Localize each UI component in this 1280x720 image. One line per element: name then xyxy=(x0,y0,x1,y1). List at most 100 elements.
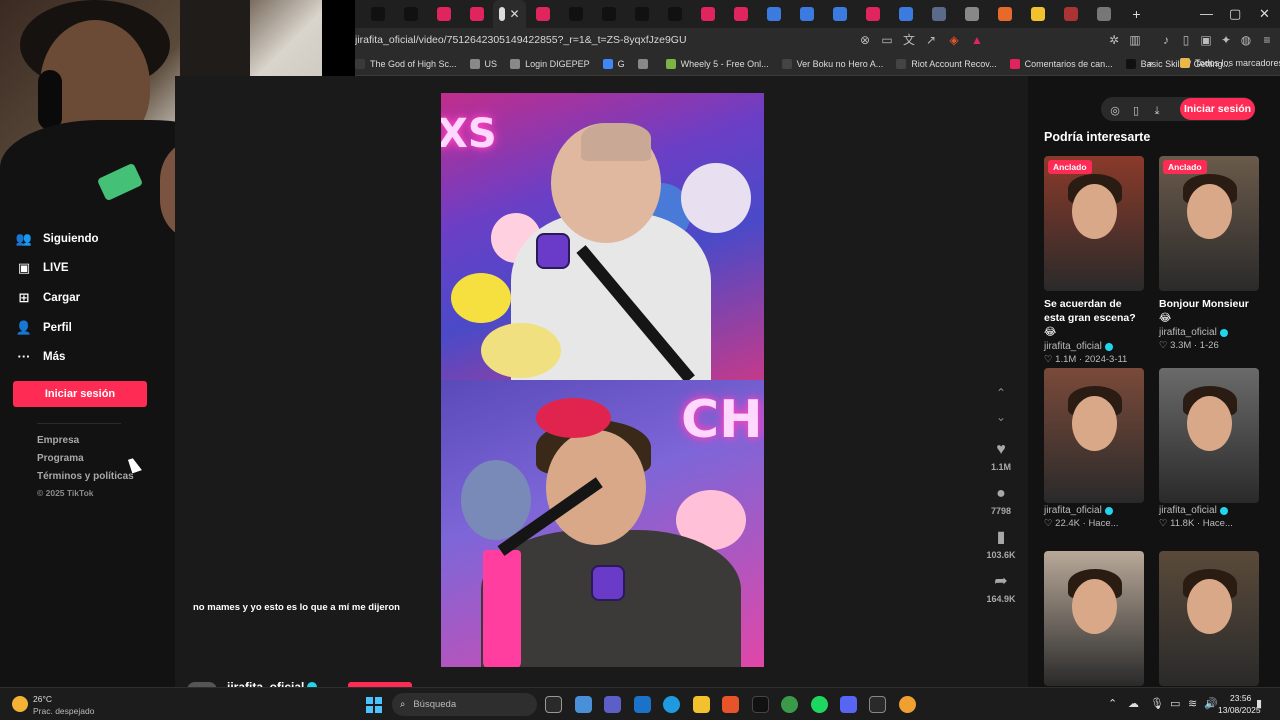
bookmark-item[interactable]: The God of High Sc... xyxy=(355,58,457,69)
clock-date[interactable]: 13/08/2025 xyxy=(1218,705,1261,715)
browser-tab[interactable]: ✕ xyxy=(493,0,526,28)
rewards-icon[interactable]: ▲ xyxy=(970,33,984,47)
leo-icon[interactable]: ✦ xyxy=(1219,33,1233,47)
tray-chevron-up-icon[interactable]: ⌃ xyxy=(1108,697,1117,710)
browser-tab[interactable] xyxy=(1021,0,1054,28)
footer-link-program[interactable]: Programa xyxy=(37,453,84,464)
recommended-video-card[interactable]: jirafita_oficial ♡ 22.4K · Hace... xyxy=(1044,368,1144,529)
sidebar-item-following[interactable]: 👥 Siguiendo xyxy=(15,231,99,247)
login-button-top[interactable]: Iniciar sesión xyxy=(1180,98,1255,120)
task-view-icon[interactable] xyxy=(545,696,562,713)
file-explorer-icon[interactable] xyxy=(693,696,710,713)
browser-tab[interactable] xyxy=(427,0,460,28)
footer-link-terms[interactable]: Términos y políticas xyxy=(37,471,134,482)
login-button[interactable]: Iniciar sesión xyxy=(13,381,147,407)
translate-icon[interactable]: 文 xyxy=(902,33,916,47)
browser-tab[interactable] xyxy=(889,0,922,28)
recommended-video-card[interactable] xyxy=(1044,551,1144,686)
app-icon-2[interactable] xyxy=(899,696,916,713)
bookmark-item[interactable] xyxy=(637,58,653,69)
sidebar-icon[interactable]: ▥ xyxy=(1128,33,1142,47)
recommended-video-card[interactable]: jirafita_oficial ♡ 11.8K · Hace... xyxy=(1159,368,1259,529)
bookmark-item[interactable]: Comentarios de can... xyxy=(1009,58,1113,69)
edge-icon[interactable] xyxy=(663,696,680,713)
browser-tab[interactable] xyxy=(988,0,1021,28)
bookmark-item[interactable]: Wheely 5 - Free Onl... xyxy=(665,58,769,69)
video-thumbnail[interactable]: Anclado xyxy=(1159,156,1259,291)
device-icon[interactable]: ▯ xyxy=(1128,103,1144,119)
media-icon[interactable]: ♪ xyxy=(1159,33,1173,47)
video-thumbnail[interactable] xyxy=(1044,551,1144,686)
notification-icon[interactable]: ▮ xyxy=(1256,697,1262,710)
teams-icon[interactable] xyxy=(604,696,621,713)
sidebar-item-upload[interactable]: ⊞ Cargar xyxy=(15,290,81,306)
vpn-icon[interactable]: ◍ xyxy=(1239,33,1253,47)
browser-tab[interactable] xyxy=(790,0,823,28)
comment-action[interactable]: ● 7798 xyxy=(980,485,1022,516)
maximize-icon[interactable]: ▢ xyxy=(1229,6,1241,22)
brave-icon[interactable] xyxy=(722,696,739,713)
video-thumbnail[interactable]: Anclado xyxy=(1044,156,1144,291)
footer-link-company[interactable]: Empresa xyxy=(37,435,79,446)
card-author[interactable]: jirafita_oficial xyxy=(1044,341,1144,352)
card-title[interactable]: Bonjour Monsieur 😂 xyxy=(1159,297,1259,325)
bookmarks-overflow-button[interactable]: » xyxy=(1148,58,1153,68)
card-author[interactable]: jirafita_oficial xyxy=(1159,505,1259,516)
browser-tab[interactable] xyxy=(526,0,559,28)
weather-description[interactable]: Prac. despejado xyxy=(33,706,94,716)
outlook-icon[interactable] xyxy=(634,696,651,713)
browser-tab[interactable] xyxy=(460,0,493,28)
recommended-video-card[interactable]: Anclado Bonjour Monsieur 😂 jirafita_oficia… xyxy=(1159,156,1259,351)
spotify-icon[interactable] xyxy=(811,696,828,713)
store-icon[interactable] xyxy=(575,696,592,713)
puzzle-icon[interactable]: ✲ xyxy=(1107,33,1121,47)
url-field[interactable]: jirafita_oficial/video/75126423051494228… xyxy=(355,34,855,46)
taskbar-search[interactable]: ⌕ Búsqueda xyxy=(392,693,537,716)
next-video-chevron-down-icon[interactable]: ⌄ xyxy=(992,410,1010,424)
recommended-video-card[interactable]: Anclado Se acuerdan de esta gran escena? … xyxy=(1044,156,1144,365)
video-thumbnail[interactable] xyxy=(1044,368,1144,503)
browser-tab[interactable] xyxy=(856,0,889,28)
discord-icon[interactable] xyxy=(840,696,857,713)
new-tab-button[interactable]: + xyxy=(1120,0,1153,28)
save-action[interactable]: ▮ 103.6K xyxy=(980,529,1022,560)
bookmark-item[interactable]: US xyxy=(469,58,497,69)
cast-icon[interactable]: ▭ xyxy=(880,33,894,47)
all-bookmarks-folder[interactable]: Todos los marcadores xyxy=(1180,58,1280,68)
volume-icon[interactable]: 🔊 xyxy=(1204,697,1218,710)
coin-icon[interactable]: ◎ xyxy=(1107,103,1123,119)
previous-video-chevron-up-icon[interactable]: ⌃ xyxy=(992,386,1010,400)
start-button[interactable] xyxy=(366,697,382,713)
bookmark-item[interactable]: Login DIGEPEP xyxy=(510,58,590,69)
close-tab-icon[interactable]: ✕ xyxy=(509,7,519,21)
minimize-icon[interactable]: — xyxy=(1200,6,1213,21)
browser-tab[interactable] xyxy=(394,0,427,28)
download-icon[interactable]: ⤓ xyxy=(1149,103,1165,119)
weather-temperature[interactable]: 26°C xyxy=(33,694,52,704)
browser-tab[interactable] xyxy=(1054,0,1087,28)
browser-tab[interactable] xyxy=(625,0,658,28)
display-icon[interactable]: ▭ xyxy=(1170,697,1180,710)
wifi-icon[interactable]: ≋ xyxy=(1188,697,1197,710)
card-author[interactable]: jirafita_oficial xyxy=(1159,327,1259,338)
tiktok-icon[interactable] xyxy=(752,696,769,713)
app-icon[interactable] xyxy=(869,696,886,713)
browser-tab[interactable] xyxy=(658,0,691,28)
close-window-icon[interactable]: ✕ xyxy=(1259,6,1270,22)
video-thumbnail[interactable] xyxy=(1159,551,1259,686)
card-title[interactable]: Se acuerdan de esta gran escena? 😂 xyxy=(1044,297,1144,339)
browser-tab[interactable] xyxy=(691,0,724,28)
card-author[interactable]: jirafita_oficial xyxy=(1044,505,1144,516)
weather-icon[interactable] xyxy=(12,696,28,712)
microphone-icon[interactable]: 🎙 xyxy=(1150,697,1164,710)
bookmark-item[interactable]: Ver Boku no Hero A... xyxy=(781,58,883,69)
menu-icon[interactable]: ≡ xyxy=(1260,33,1274,47)
wallet-icon[interactable]: ▣ xyxy=(1199,33,1213,47)
recommended-video-card[interactable] xyxy=(1159,551,1259,686)
brave-shields-icon[interactable]: ◈ xyxy=(947,33,961,47)
sidebar-item-profile[interactable]: 👤 Perfil xyxy=(15,320,72,336)
video-player[interactable]: XS CHI xyxy=(441,93,764,667)
sidebar-item-live[interactable]: ▣ LIVE xyxy=(15,260,69,276)
share-icon[interactable]: ↗ xyxy=(924,33,938,47)
browser-tab[interactable] xyxy=(955,0,988,28)
